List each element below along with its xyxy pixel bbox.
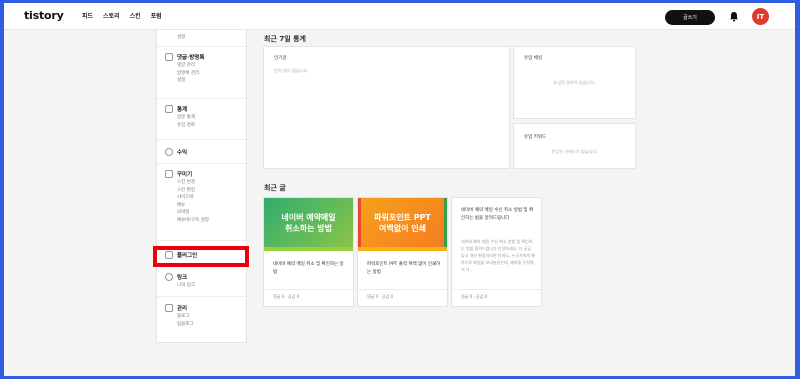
comment-icon [165, 53, 173, 61]
sidebar-item-skin-change[interactable]: 스킨 변경 [157, 179, 246, 187]
post-meta: 댓글 0 · 공감 0 [367, 294, 394, 299]
sidebar-head-stats[interactable]: 통계 [157, 104, 246, 114]
app-frame: tistory 피드 스토리 스킨 포럼 글쓰기 IT 설정 댓글·방명록 댓글… [4, 3, 795, 376]
sidebar-head-customize[interactable]: 꾸미기 [157, 169, 246, 179]
sidebar-head-comments[interactable]: 댓글·방명록 [157, 52, 246, 62]
sidebar-item-settings-top[interactable]: 설정 [157, 34, 185, 42]
sidebar-item-blog[interactable]: 블로그 [157, 313, 246, 321]
sidebar-head-admin[interactable]: 관리 [157, 303, 246, 313]
sidebar-group-admin: 관리 블로그 팀블로그 [157, 303, 246, 328]
sidebar-group-revenue: 수익 [157, 147, 246, 157]
post-card[interactable]: 파워포인트 PPT 여백없이 인쇄 파워포인트 PPT 출력 여백 없이 인쇄하… [357, 197, 448, 307]
post-card[interactable]: 네이버 예약 메일 수신 취소 방법 및 확인하는 법을 알려드립니다 네이버 … [451, 197, 542, 307]
divider [157, 139, 246, 140]
admin-sidebar: 설정 댓글·방명록 댓글 관리 방명록 관리 설정 통계 방문 통계 유입 경로… [156, 30, 247, 343]
post-thumbnail[interactable]: 네이버 예약메일 취소하는 방법 [264, 198, 353, 251]
link-icon [165, 273, 173, 281]
recent-title: 최근 글 [264, 184, 286, 192]
divider [157, 296, 246, 297]
coin-icon [165, 148, 173, 156]
divider [264, 289, 353, 290]
post-thumbnail[interactable]: 파워포인트 PPT 여백없이 인쇄 [358, 198, 447, 251]
avatar[interactable]: IT [752, 8, 769, 25]
nav-skin[interactable]: 스킨 [130, 11, 141, 20]
nav-feed[interactable]: 피드 [82, 11, 93, 20]
sidebar-item-team-blog[interactable]: 팀블로그 [157, 321, 246, 329]
sidebar-item-guestbook-manage[interactable]: 방명록 관리 [157, 70, 246, 78]
sidebar-item-comment-settings[interactable]: 설정 [157, 77, 246, 85]
keyword-card: 유입 키워드 유입된 키워드가 없습니다. [513, 123, 636, 169]
keyword-label: 유입 키워드 [524, 135, 547, 140]
post-meta: 댓글 0 · 공감 0 [461, 294, 488, 299]
top-navigation-bar: tistory 피드 스토리 스킨 포럼 글쓰기 IT [4, 3, 795, 30]
sidebar-head-revenue[interactable]: 수익 [157, 147, 246, 157]
divider [452, 289, 541, 290]
popular-label: 인기글 [274, 56, 287, 61]
post-card[interactable]: 네이버 예약메일 취소하는 방법 네이버 예약 메일 취소 및 확인하는 방법 … [263, 197, 354, 307]
sidebar-item-mobile[interactable]: 모바일 [157, 209, 246, 217]
sidebar-group-customize: 꾸미기 스킨 변경 스킨 편집 사이드바 메뉴 모바일 메뉴바/구독 설정 [157, 169, 246, 224]
stats-title: 최근 7일 통계 [264, 35, 306, 43]
chart-icon [165, 105, 173, 113]
post-title[interactable]: 네이버 예약 메일 취소 및 확인하는 방법 [273, 261, 347, 277]
sidebar-head-link[interactable]: 링크 [157, 272, 246, 282]
sidebar-item-skin-edit[interactable]: 스킨 편집 [157, 187, 246, 195]
sidebar-item-sidebar[interactable]: 사이드바 [157, 194, 246, 202]
divider [157, 240, 246, 241]
post-excerpt: 네이버 예약 메일 수신 취소 방법 및 확인하는 법을 알려드립니다 안녕하세… [461, 239, 535, 272]
sidebar-group-stats: 통계 방문 통계 유입 경로 [157, 104, 246, 129]
sidebar-item-comment-manage[interactable]: 댓글 관리 [157, 62, 246, 70]
channel-empty: 유입된 경로가 없습니다. [553, 80, 596, 85]
write-button[interactable]: 글쓰기 [665, 10, 715, 25]
sidebar-item-referrer[interactable]: 유입 경로 [157, 122, 246, 130]
global-nav: 피드 스토리 스킨 포럼 [82, 11, 162, 20]
sidebar-item-my-link[interactable]: 나의 링크 [157, 282, 246, 290]
nav-story[interactable]: 스토리 [103, 11, 120, 20]
keyword-empty: 유입된 키워드가 없습니다. [551, 149, 598, 154]
highlight-box [153, 246, 249, 267]
tistory-logo[interactable]: tistory [24, 9, 64, 22]
post-meta: 댓글 0 · 공감 0 [273, 294, 300, 299]
sidebar-group-comments: 댓글·방명록 댓글 관리 방명록 관리 설정 [157, 52, 246, 85]
sidebar-group-link: 링크 나의 링크 [157, 272, 246, 290]
post-title[interactable]: 네이버 예약 메일 수신 취소 방법 및 확인하는 법을 알려드립니다 [461, 207, 535, 223]
channel-label: 유입 채널 [524, 56, 542, 61]
sidebar-item-menubar[interactable]: 메뉴바/구독 설정 [157, 217, 246, 225]
divider [157, 46, 246, 47]
post-title[interactable]: 파워포인트 PPT 출력 여백 없이 인쇄하는 방법 [367, 261, 441, 277]
sidebar-item-menu[interactable]: 메뉴 [157, 202, 246, 210]
sidebar-item-visit-stats[interactable]: 방문 통계 [157, 114, 246, 122]
admin-icon [165, 304, 173, 312]
divider [157, 98, 246, 99]
divider [157, 163, 246, 164]
channel-card: 유입 채널 유입된 경로가 없습니다. [513, 46, 636, 119]
popular-posts-card: 인기글 인기 글이 없습니다. [263, 46, 510, 169]
bell-icon[interactable] [729, 11, 739, 22]
popular-empty: 인기 글이 없습니다. [274, 68, 309, 73]
nav-forum[interactable]: 포럼 [151, 11, 162, 20]
palette-icon [165, 170, 173, 178]
divider [358, 289, 447, 290]
